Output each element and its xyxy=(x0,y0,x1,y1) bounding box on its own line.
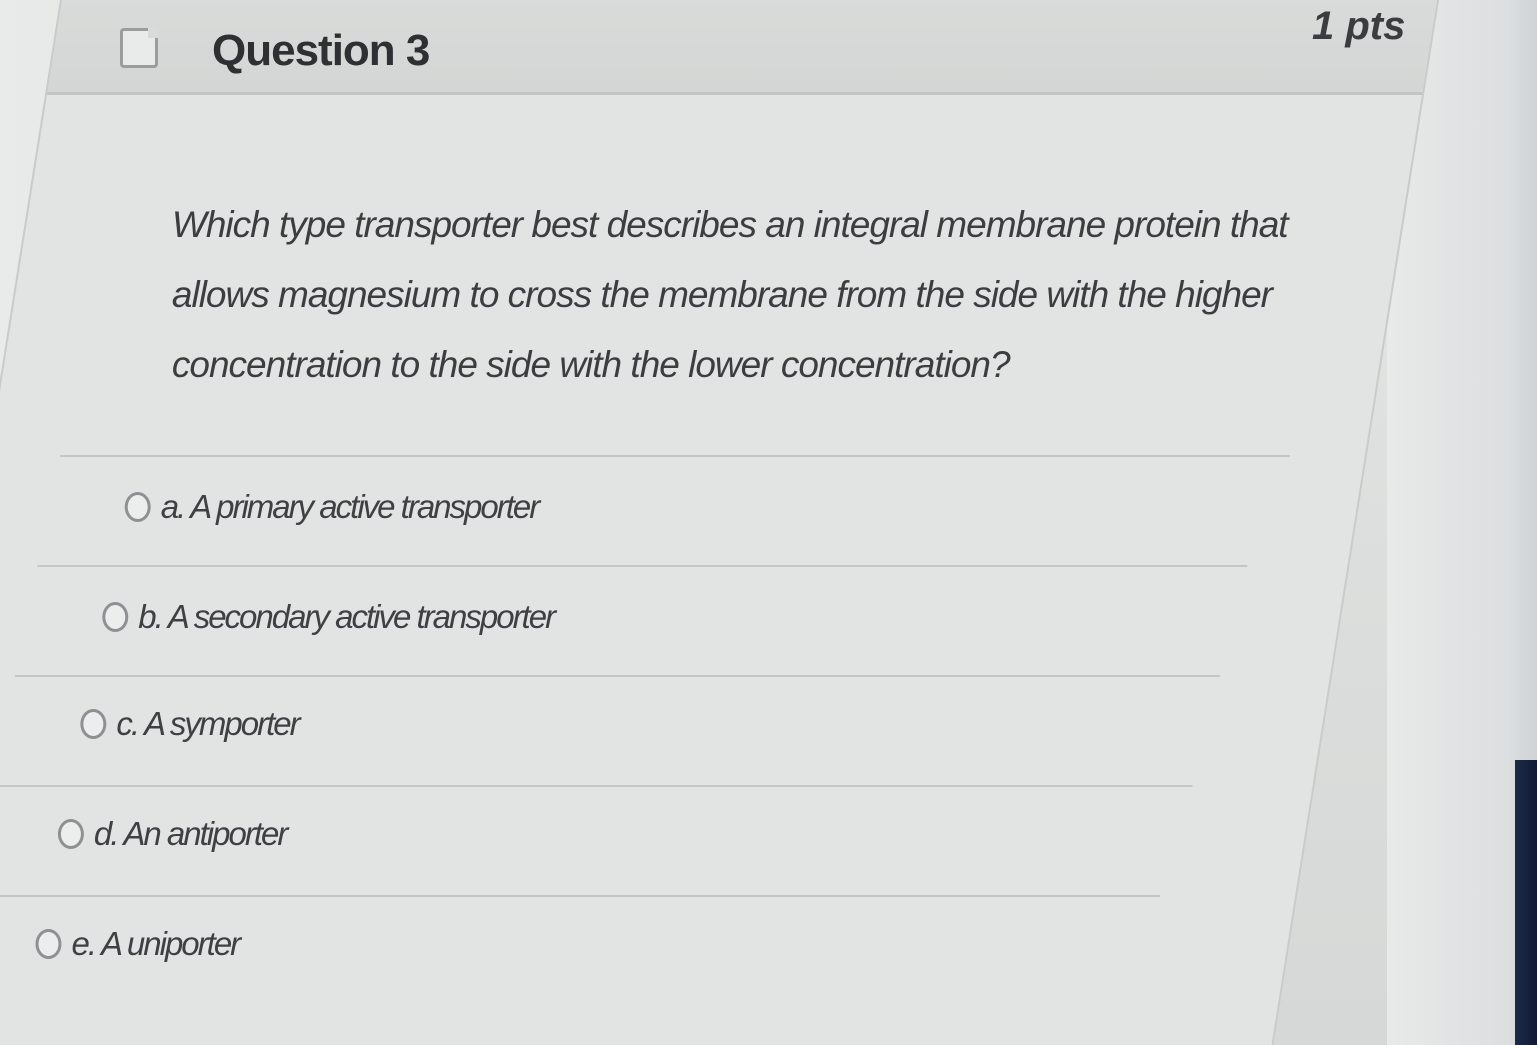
device-bezel xyxy=(1515,760,1537,1045)
divider xyxy=(0,895,1161,897)
answer-option-d[interactable]: d. An antiporter xyxy=(57,815,287,853)
divider xyxy=(37,565,1248,567)
answer-label: d. An antiporter xyxy=(93,815,287,852)
answer-option-b[interactable]: b. A secondary active transporter xyxy=(102,598,554,636)
answer-list: a. A primary active transporter b. A sec… xyxy=(0,0,1437,1045)
radio-button[interactable] xyxy=(102,602,129,632)
answer-option-c[interactable]: c. A symporter xyxy=(80,705,299,743)
answer-option-e[interactable]: e. A uniporter xyxy=(35,925,239,963)
answer-label: e. A uniporter xyxy=(71,925,240,962)
radio-button[interactable] xyxy=(35,929,62,959)
radio-button[interactable] xyxy=(124,492,151,522)
radio-button[interactable] xyxy=(80,709,107,739)
answer-label: a. A primary active transporter xyxy=(160,488,539,525)
divider xyxy=(14,675,1221,677)
answer-option-a[interactable]: a. A primary active transporter xyxy=(124,488,539,526)
answer-label: b. A secondary active transporter xyxy=(138,598,555,635)
divider xyxy=(0,785,1193,787)
radio-button[interactable] xyxy=(57,819,84,849)
answer-label: c. A symporter xyxy=(116,705,299,742)
question-card: Question 3 1 pts Which type transporter … xyxy=(0,0,1439,1045)
quiz-page: Question 3 1 pts Which type transporter … xyxy=(0,0,1537,1045)
